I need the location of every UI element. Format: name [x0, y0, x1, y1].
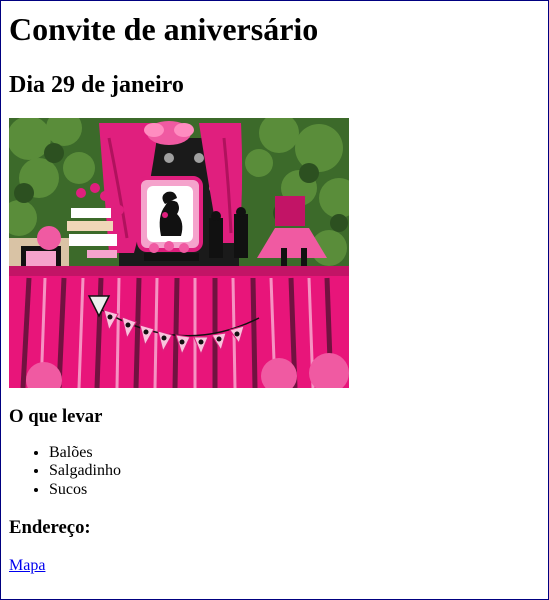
page-title: Convite de aniversário	[9, 11, 319, 47]
list-item: Balões	[49, 444, 540, 462]
bring-list: Balões Salgadinho Sucos	[9, 444, 540, 499]
what-to-bring-heading: O que levar	[9, 406, 103, 427]
list-item: Salgadinho	[49, 462, 540, 480]
address-heading: Endereço:	[9, 517, 91, 539]
event-date: Dia 29 de janeiro	[9, 72, 184, 98]
party-photo	[9, 118, 349, 388]
map-paragraph: Mapa	[9, 557, 540, 575]
list-item: Sucos	[49, 481, 540, 499]
page-frame: Convite de aniversário Dia 29 de janeiro	[0, 0, 549, 600]
map-link[interactable]: Mapa	[9, 557, 45, 574]
